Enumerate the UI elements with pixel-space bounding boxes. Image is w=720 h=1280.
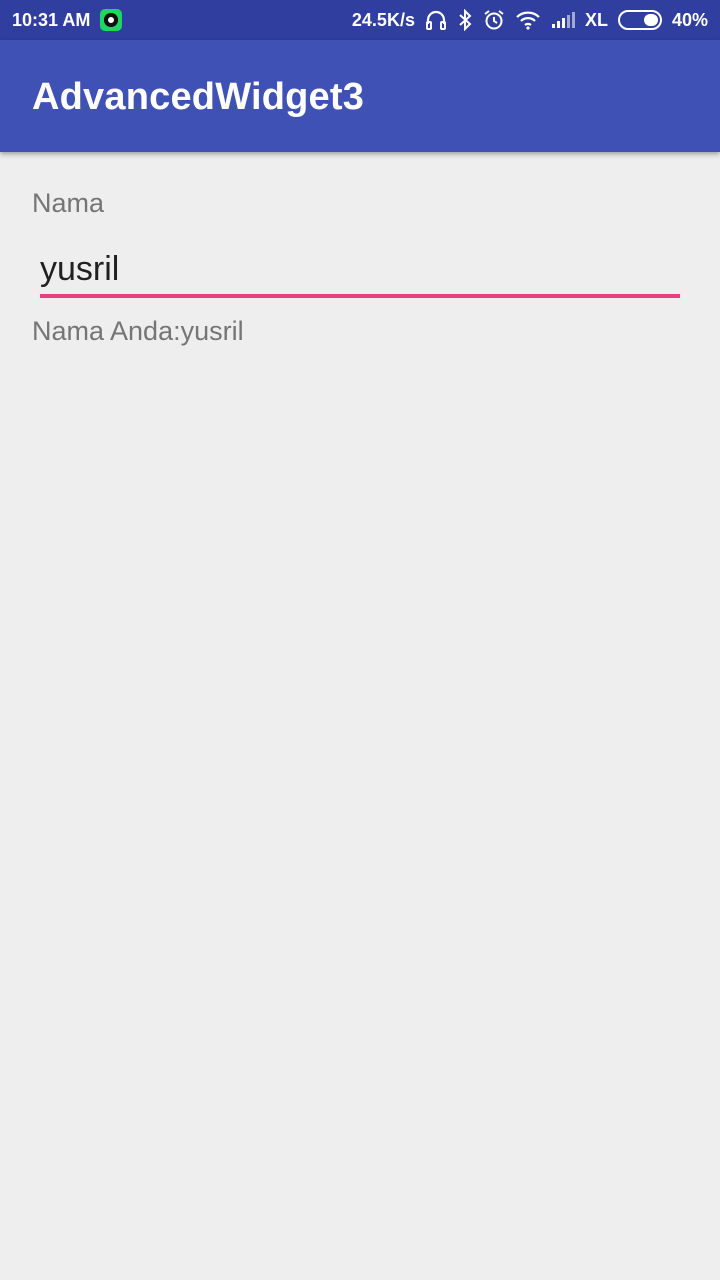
status-bar-left: 10:31 AM [12,0,123,40]
signal-icon [551,12,575,28]
battery-fill [643,14,658,26]
wifi-icon [516,11,540,30]
app-bar: AdvancedWidget3 [0,40,720,152]
alarm-icon [484,10,504,30]
name-result-text: Nama Anda:yusril [32,316,244,346]
battery-icon [617,10,662,30]
headset-icon [425,10,446,30]
app-title: AdvancedWidget3 [32,76,365,118]
net-speed: 24.5K/s [351,9,415,30]
bluetooth-icon [459,9,472,31]
name-input[interactable] [40,244,680,294]
app-notification-icon [100,9,123,31]
battery-percent: 40% [671,9,708,30]
input-underline [40,294,680,298]
name-label: Nama [32,188,105,218]
status-bar-right: 24.5K/s XL 40% [352,0,708,40]
name-input-container[interactable] [40,244,680,298]
status-time: 10:31 AM [12,9,91,30]
status-bar: 10:31 AM 24.5K/s XL 40% [0,0,720,40]
carrier-label: XL [584,9,608,30]
